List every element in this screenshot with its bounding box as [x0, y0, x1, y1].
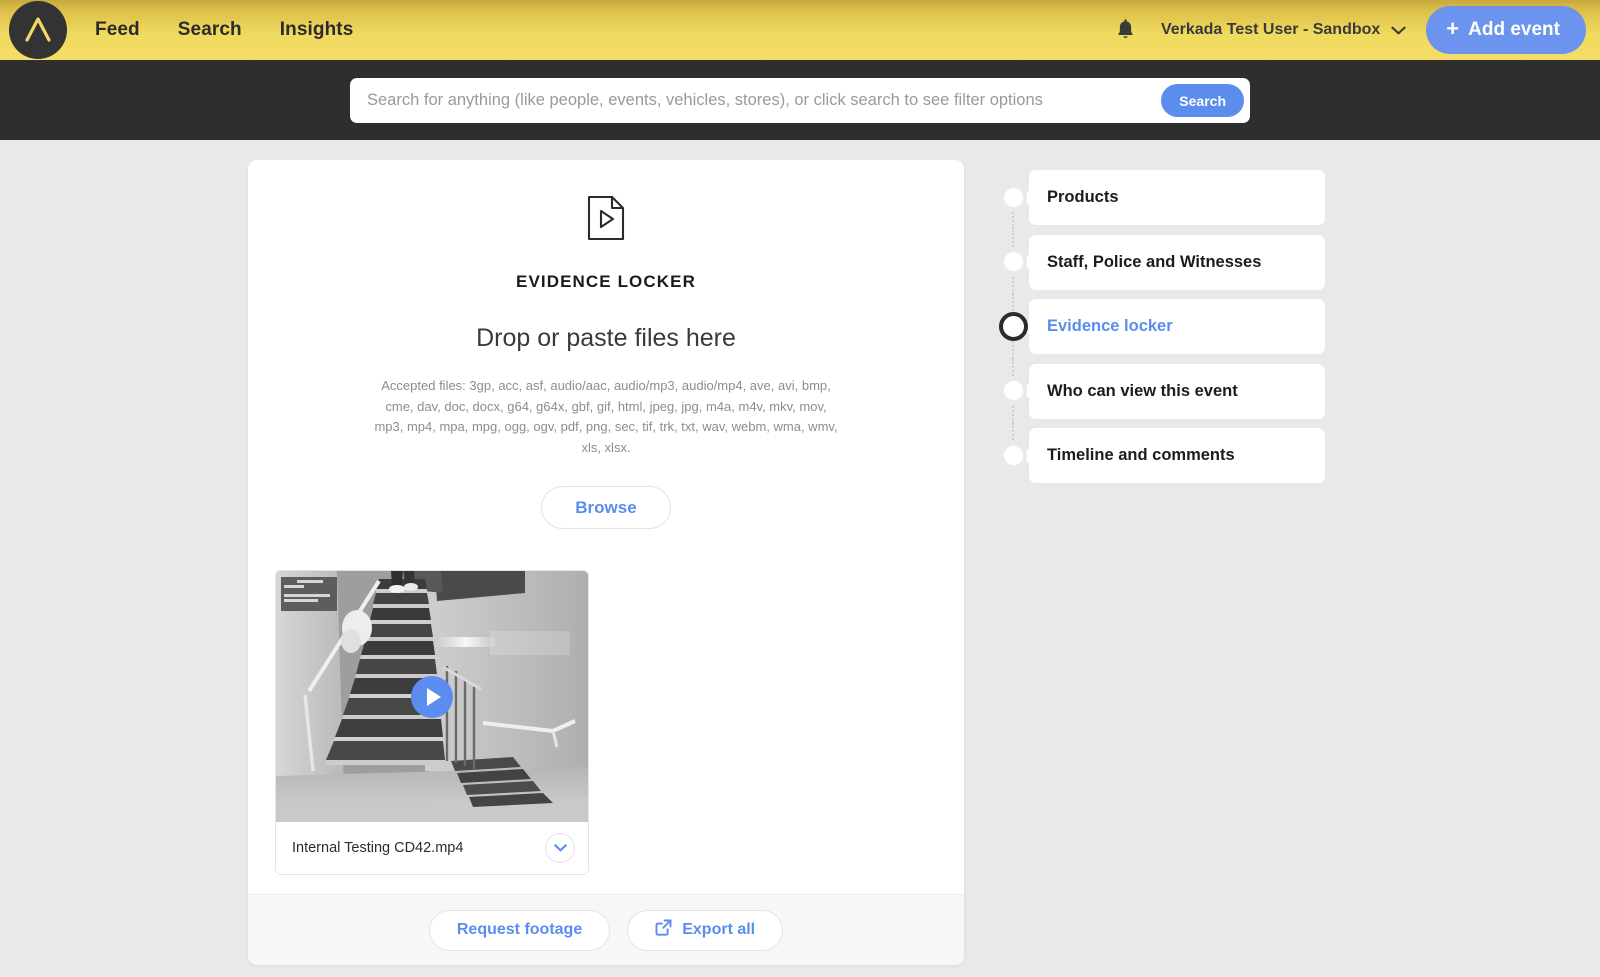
add-event-button[interactable]: + Add event: [1426, 6, 1586, 54]
stepper-dot-column: [996, 294, 1030, 359]
sidebar-item-evidence-locker[interactable]: Evidence locker: [1029, 299, 1325, 354]
stepper-dot-column: [996, 230, 1030, 295]
chevron-down-icon[interactable]: [545, 833, 575, 863]
export-all-button[interactable]: Export all: [627, 910, 783, 951]
evidence-locker-footer: Request footage Export all: [248, 894, 964, 965]
stepper-dot-column: [996, 359, 1030, 424]
top-navigation-bar: Feed Search Insights Verkada Test User -…: [0, 0, 1600, 61]
video-thumbnail[interactable]: [276, 571, 588, 822]
verkada-lambda-logo[interactable]: [9, 1, 67, 59]
browse-button[interactable]: Browse: [541, 486, 670, 529]
accepted-files-text: Accepted files: 3gp, acc, asf, audio/aac…: [371, 376, 841, 458]
stepper-dot-staff-police-witnesses[interactable]: [1000, 248, 1027, 275]
sidebar-item-label: Evidence locker: [1047, 317, 1173, 336]
event-section-stepper: Products Staff, Police and Witnesses Evi…: [996, 165, 1346, 488]
nav-item-feed[interactable]: Feed: [95, 19, 140, 41]
sidebar-item-label: Who can view this event: [1047, 382, 1238, 401]
sidebar-item-label: Staff, Police and Witnesses: [1047, 253, 1261, 272]
global-search-band: Search: [0, 61, 1600, 140]
file-play-icon: [586, 195, 626, 246]
stepper-row: Evidence locker: [996, 294, 1346, 359]
sidebar-item-products[interactable]: Products: [1029, 170, 1325, 225]
stepper-dot-who-can-view[interactable]: [1000, 377, 1027, 404]
list-item: Internal Testing CD42.mp4: [275, 570, 589, 875]
search-input[interactable]: [350, 78, 1161, 123]
search-button[interactable]: Search: [1161, 84, 1244, 117]
sidebar-item-label: Products: [1047, 188, 1119, 207]
account-menu[interactable]: Verkada Test User - Sandbox: [1161, 21, 1406, 39]
request-footage-label: Request footage: [457, 921, 582, 939]
primary-nav: Feed Search Insights: [95, 19, 353, 41]
request-footage-button[interactable]: Request footage: [429, 910, 610, 951]
page-body: EVIDENCE LOCKER Drop or paste files here…: [0, 140, 1600, 977]
top-nav-right-cluster: Verkada Test User - Sandbox + Add event: [1109, 6, 1600, 54]
add-event-label: Add event: [1468, 19, 1560, 41]
stepper-dot-evidence-locker[interactable]: [999, 312, 1028, 341]
stepper-row: Timeline and comments: [996, 423, 1346, 488]
file-name: Internal Testing CD42.mp4: [292, 840, 463, 856]
stepper-row: Who can view this event: [996, 359, 1346, 424]
chevron-down-icon: [1391, 26, 1406, 35]
stepper-dot-products[interactable]: [1000, 184, 1027, 211]
stepper-dot-timeline-and-comments[interactable]: [1000, 442, 1027, 469]
sidebar-item-who-can-view-this-event[interactable]: Who can view this event: [1029, 364, 1325, 419]
nav-item-insights[interactable]: Insights: [280, 19, 354, 41]
drop-instruction: Drop or paste files here: [476, 324, 736, 353]
page-title: EVIDENCE LOCKER: [516, 272, 696, 292]
sidebar-item-staff-police-witnesses[interactable]: Staff, Police and Witnesses: [1029, 235, 1325, 290]
evidence-locker-card: EVIDENCE LOCKER Drop or paste files here…: [248, 160, 964, 965]
file-tile-footer: Internal Testing CD42.mp4: [276, 822, 588, 874]
account-name: Verkada Test User - Sandbox: [1161, 21, 1380, 39]
play-icon[interactable]: [411, 676, 453, 718]
nav-item-search[interactable]: Search: [178, 19, 242, 41]
play-triangle: [427, 688, 441, 706]
plus-icon: +: [1446, 18, 1459, 40]
sidebar-item-label: Timeline and comments: [1047, 446, 1235, 465]
external-link-icon: [655, 919, 672, 941]
evidence-locker-dropzone[interactable]: EVIDENCE LOCKER Drop or paste files here…: [248, 160, 964, 894]
stepper-dot-column: [996, 165, 1030, 230]
stepper-row: Products: [996, 165, 1346, 230]
notification-bell-icon[interactable]: [1109, 13, 1143, 47]
stepper-row: Staff, Police and Witnesses: [996, 230, 1346, 295]
stepper-dot-column: [996, 423, 1030, 488]
sidebar-item-timeline-and-comments[interactable]: Timeline and comments: [1029, 428, 1325, 483]
global-search-box: Search: [350, 78, 1250, 123]
export-all-label: Export all: [682, 921, 755, 939]
